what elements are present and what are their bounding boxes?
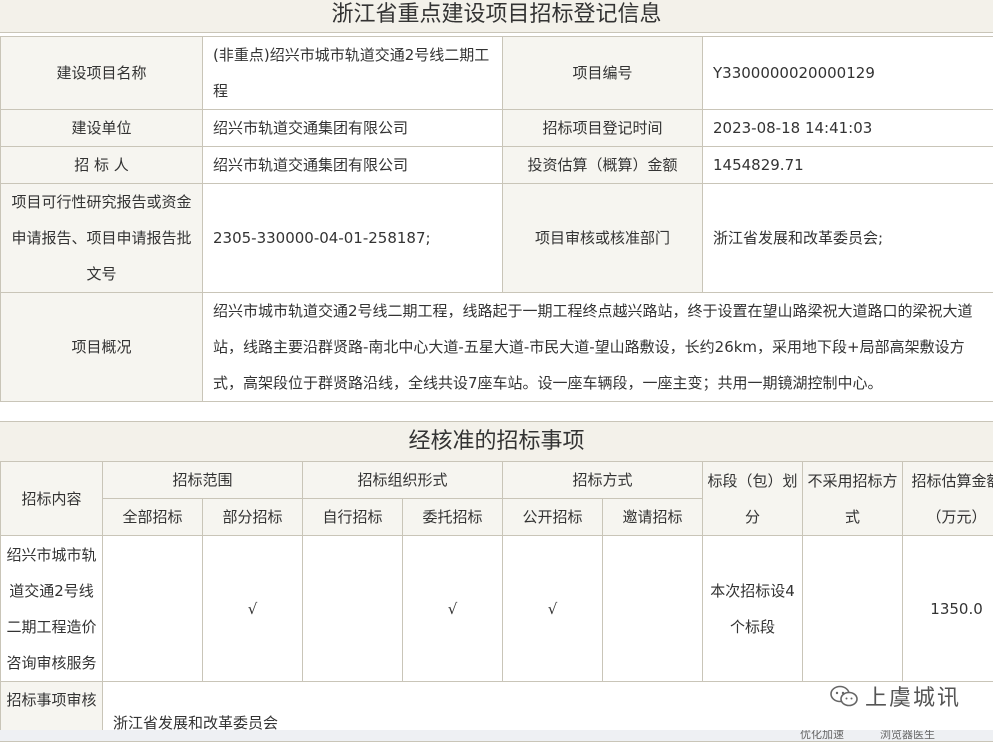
scope-header: 招标范围	[103, 462, 303, 499]
project-no-value: Y3300000020000129	[703, 37, 993, 110]
section-cell: 本次招标设4个标段	[703, 536, 803, 682]
table-row: 绍兴市城市轨道交通2号线二期工程造价咨询审核服务 √ √ √ 本次招标设4个标段…	[1, 536, 993, 682]
project-name-label: 建设项目名称	[1, 37, 203, 110]
method-invite-header: 邀请招标	[603, 499, 703, 536]
approval-doc-value: 2305-330000-04-01-258187;	[203, 184, 503, 293]
info-row: 项目可行性研究报告或资金申请报告、项目申请报告批文号 2305-330000-0…	[1, 184, 993, 293]
info-row: 建设单位 绍兴市轨道交通集团有限公司 招标项目登记时间 2023-08-18 1…	[1, 110, 993, 147]
reg-time-label: 招标项目登记时间	[503, 110, 703, 147]
tenderer-value: 绍兴市轨道交通集团有限公司	[203, 147, 503, 184]
unit-label: 建设单位	[1, 110, 203, 147]
status-item-doctor[interactable]: 浏览器医生	[880, 730, 935, 740]
scope-all-cell	[103, 536, 203, 682]
no-bid-cell	[803, 536, 903, 682]
project-name-value: (非重点)绍兴市城市轨道交通2号线二期工程	[203, 37, 503, 110]
org-entrust-header: 委托招标	[403, 499, 503, 536]
status-bar: 优化加速 浏览器医生	[0, 730, 993, 741]
org-self-cell	[303, 536, 403, 682]
wechat-icon	[829, 684, 859, 708]
info-row: 项目概况 绍兴市城市轨道交通2号线二期工程，线路起于一期工程终点越兴路站，终于设…	[1, 293, 993, 402]
org-header: 招标组织形式	[303, 462, 503, 499]
watermark: 上虞城讯	[829, 680, 961, 712]
amount-cell: 1350.0	[903, 536, 993, 682]
overview-label: 项目概况	[1, 293, 203, 402]
scope-part-cell: √	[203, 536, 303, 682]
no-bid-header: 不采用招标方式	[803, 462, 903, 536]
amount-header: 招标估算金额（万元）	[903, 462, 993, 536]
info-row: 建设项目名称 (非重点)绍兴市城市轨道交通2号线二期工程 项目编号 Y33000…	[1, 37, 993, 110]
approval-dept-value: 浙江省发展和改革委员会;	[703, 184, 993, 293]
tenderer-label: 招 标 人	[1, 147, 203, 184]
content-header: 招标内容	[1, 462, 103, 536]
section-title-approved-items: 经核准的招标事项	[0, 421, 993, 461]
invest-label: 投资估算（概算）金额	[503, 147, 703, 184]
info-row: 招 标 人 绍兴市轨道交通集团有限公司 投资估算（概算）金额 1454829.7…	[1, 147, 993, 184]
scope-part-header: 部分招标	[203, 499, 303, 536]
org-self-header: 自行招标	[303, 499, 403, 536]
method-open-cell: √	[503, 536, 603, 682]
unit-value: 绍兴市轨道交通集团有限公司	[203, 110, 503, 147]
scope-all-header: 全部招标	[103, 499, 203, 536]
bid-header-row: 招标内容 招标范围 招标组织形式 招标方式 标段（包）划分 不采用招标方式 招标…	[1, 462, 993, 499]
page-title: 浙江省重点建设项目招标登记信息	[0, 0, 993, 33]
content-cell: 绍兴市城市轨道交通2号线二期工程造价咨询审核服务	[1, 536, 103, 682]
approval-dept-label: 项目审核或核准部门	[503, 184, 703, 293]
project-no-label: 项目编号	[503, 37, 703, 110]
section-header: 标段（包）划分	[703, 462, 803, 536]
overview-value: 绍兴市城市轨道交通2号线二期工程，线路起于一期工程终点越兴路站，终于设置在望山路…	[203, 293, 993, 402]
method-invite-cell	[603, 536, 703, 682]
reg-time-value: 2023-08-18 14:41:03	[703, 110, 993, 147]
status-item-speedup[interactable]: 优化加速	[800, 730, 844, 740]
project-info-table: 建设项目名称 (非重点)绍兴市城市轨道交通2号线二期工程 项目编号 Y33000…	[0, 36, 993, 402]
approval-doc-label: 项目可行性研究报告或资金申请报告、项目申请报告批文号	[1, 184, 203, 293]
invest-value: 1454829.71	[703, 147, 993, 184]
method-open-header: 公开招标	[503, 499, 603, 536]
watermark-text: 上虞城讯	[865, 680, 961, 712]
org-entrust-cell: √	[403, 536, 503, 682]
method-header: 招标方式	[503, 462, 703, 499]
